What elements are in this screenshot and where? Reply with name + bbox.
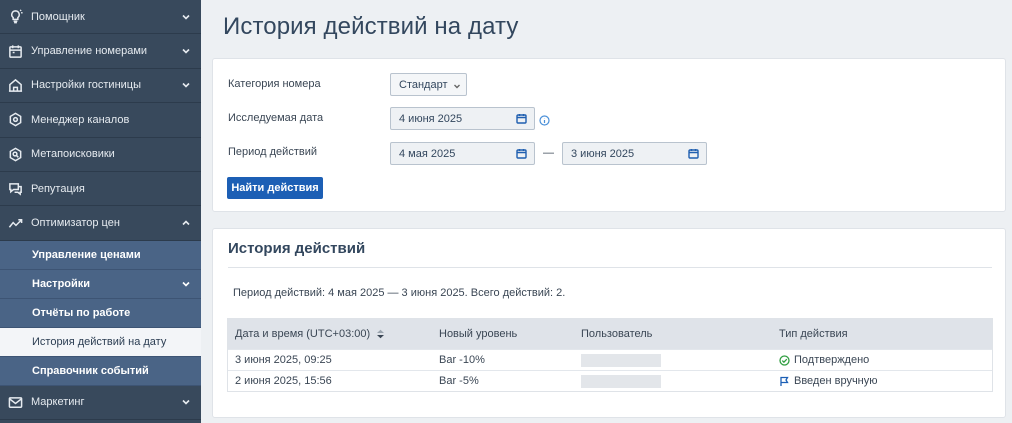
table-row: 2 июня 2025, 15:56 Bar -5% Введен вручну… [228,370,992,391]
calendar-icon [516,148,527,159]
nav-item-label: Репутация [31,182,85,195]
nav-item-reputation[interactable]: Репутация [0,172,201,207]
cell-type: Введен вручную [773,375,992,387]
chevron-down-icon [453,81,461,89]
main-content: История действий на дату Категория номер… [201,0,1012,423]
nav-item-room-management[interactable]: Управление номерами [0,34,201,69]
nav-item-label: Оптимизатор цен [31,217,120,230]
chevron-up-icon [181,218,191,228]
history-card: История действий Период действий: 4 мая … [212,228,1006,418]
nav-item-label: Маркетинг [31,396,85,409]
sub-item-label: Справочник событий [32,364,149,377]
category-select[interactable]: Стандарт [390,73,467,96]
sub-item-action-history[interactable]: История действий на дату [0,327,201,357]
period-to-field[interactable]: 3 июня 2025 [562,142,707,165]
building-icon [7,77,23,93]
lightbulb-icon [7,9,23,25]
mail-icon [7,394,23,410]
date-value: 4 июня 2025 [399,112,463,125]
chat-icon [7,181,23,197]
nav-item-hotel-settings[interactable]: Настройки гостиницы [0,69,201,104]
filter-card: Категория номера Стандарт Исследуемая да… [212,58,1006,212]
cell-datetime: 3 июня 2025, 09:25 [235,354,332,366]
column-header-datetime[interactable]: Дата и время (UTC+03:00) [228,328,433,340]
nav-item-metasearch[interactable]: Метапоисковики [0,138,201,172]
hexagon-search-icon [7,146,23,162]
period-label: Период действий [228,146,317,158]
column-header-label: Дата и время (UTC+03:00) [235,328,371,340]
cell-user [576,353,773,367]
nav-item-label: Менеджер каналов [31,113,130,126]
column-header-user: Пользователь [581,328,653,340]
category-value: Стандарт [399,78,448,91]
nav-item-label: Управление номерами [31,45,148,58]
sub-item-label: Настройки [32,277,91,290]
sidebar: Помощник Управление номерами Настройки г… [0,0,201,423]
history-summary: Период действий: 4 мая 2025 — 3 июня 202… [233,287,566,299]
hexagon-network-icon [7,112,23,128]
period-to-value: 3 июня 2025 [571,147,635,160]
type-label: Подтверждено [794,354,870,366]
price-optimizer-submenu: Управление ценами Настройки Отчёты по ра… [0,240,201,386]
flag-icon [779,376,790,387]
period-separator: — [543,147,554,159]
find-actions-button[interactable]: Найти действия [227,177,323,199]
cell-level: Bar -5% [439,375,479,387]
nav-item-assistant[interactable]: Помощник [0,0,201,35]
user-placeholder [581,374,661,388]
table-row: 3 июня 2025, 09:25 Bar -10% Подтверждено [228,349,992,370]
sub-item-settings[interactable]: Настройки [0,270,201,299]
calendar-icon [688,148,699,159]
nav-item-marketing[interactable]: Маркетинг [0,386,201,421]
nav-item-label: Метапоисковики [31,148,115,161]
info-icon[interactable] [539,113,550,126]
sub-item-price-management[interactable]: Управление ценами [0,241,201,270]
divider [228,267,992,268]
chevron-down-icon [181,46,191,56]
user-placeholder [581,353,661,367]
sub-item-label: Управление ценами [32,248,141,261]
chevron-down-icon [181,12,191,22]
sub-item-label: Отчёты по работе [32,306,131,319]
date-label: Исследуемая дата [228,112,324,124]
nav-item-channel-manager[interactable]: Менеджер каналов [0,103,201,138]
calendar-icon [7,43,23,59]
check-circle-icon [779,354,790,366]
nav-item-label: Настройки гостиницы [31,79,141,92]
history-table: Дата и время (UTC+03:00) Новый уровень П… [227,318,993,392]
cell-datetime: 2 июня 2025, 15:56 [235,375,332,387]
cell-type: Подтверждено [773,354,992,366]
nav-item-label: Помощник [31,10,85,23]
column-header-level: Новый уровень [439,328,518,340]
date-field[interactable]: 4 июня 2025 [390,107,535,130]
chevron-down-icon [181,279,191,289]
period-from-field[interactable]: 4 мая 2025 [390,142,535,165]
cell-level: Bar -10% [439,354,485,366]
nav-item-price-optimizer[interactable]: Оптимизатор цен [0,206,201,241]
table-header: Дата и время (UTC+03:00) Новый уровень П… [228,319,992,349]
sort-icon[interactable] [376,329,385,339]
sub-item-label: История действий на дату [32,335,167,348]
category-label: Категория номера [228,78,321,90]
calendar-icon [516,113,527,124]
section-title: История действий [228,240,366,257]
sub-item-work-reports[interactable]: Отчёты по работе [0,299,201,328]
sub-item-events-directory[interactable]: Справочник событий [0,357,201,386]
cell-user [576,374,773,388]
column-header-type: Тип действия [779,328,848,340]
page-title: История действий на дату [223,13,519,40]
type-label: Введен вручную [794,375,878,387]
trend-icon [7,215,23,231]
chevron-down-icon [181,397,191,407]
chevron-down-icon [181,80,191,90]
period-from-value: 4 мая 2025 [399,147,456,160]
